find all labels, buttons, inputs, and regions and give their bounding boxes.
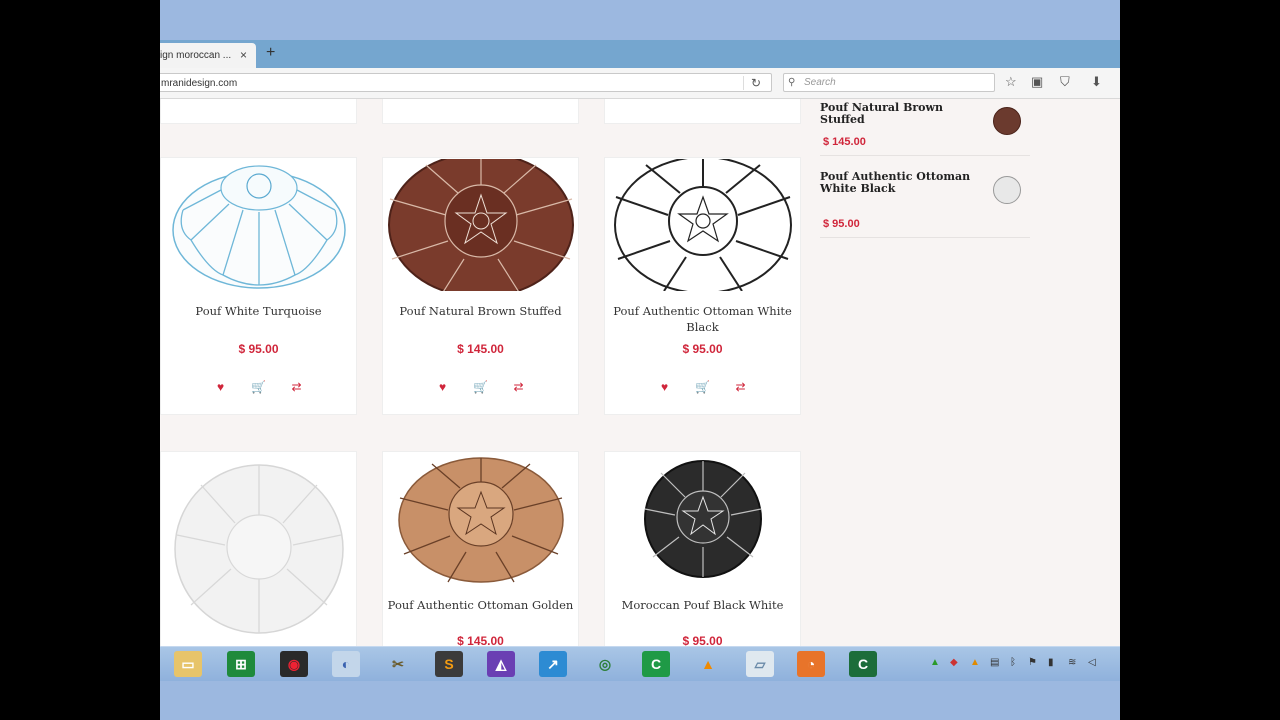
product-image[interactable]: [161, 158, 356, 292]
cart-icon[interactable]: 🛒: [684, 380, 722, 394]
sidebar-product-name[interactable]: Pouf Natural Brown Stuffed: [820, 102, 990, 126]
notepad-icon[interactable]: ▱: [746, 651, 774, 677]
excel-icon[interactable]: ⊞: [227, 651, 255, 677]
product-price: $ 145.00: [457, 342, 504, 356]
sidebar-product-price: $ 145.00: [823, 136, 866, 148]
windows-taskbar: ▭ ⊞ ◉ ◐ ✂ S ◭ ↗ ◎ C ▲ ▱ ◔ C ▲ ◆ ▲ ▤ ᛒ ⚑ …: [160, 646, 1120, 681]
screen: ign moroccan ... × + mranidesign.com ↻ ⚲…: [160, 0, 1120, 720]
chrome-icon[interactable]: ◎: [591, 651, 619, 677]
search-placeholder: Search: [804, 77, 836, 88]
product-image[interactable]: [605, 158, 800, 292]
browser-tab[interactable]: ign moroccan ... ×: [160, 43, 256, 68]
sidebar-product-price: $ 95.00: [823, 218, 860, 230]
product-card-partial: [382, 99, 579, 124]
sidebar-product-name[interactable]: Pouf Authentic Ottoman White Black: [820, 171, 990, 195]
star-icon[interactable]: ☆: [1005, 74, 1017, 90]
product-card[interactable]: [160, 451, 357, 646]
sidebar-product-thumb[interactable]: [993, 107, 1021, 135]
product-card[interactable]: Pouf Authentic Ottoman Golden $ 145.00: [382, 451, 579, 646]
url-separator: [743, 76, 744, 90]
product-actions: ♥ 🛒 ⇄: [161, 378, 356, 396]
product-name[interactable]: Pouf Authentic Ottoman Golden: [387, 597, 574, 613]
sidebar-product-thumb[interactable]: [993, 176, 1021, 204]
heart-icon[interactable]: ♥: [202, 380, 240, 394]
tools-icon[interactable]: ✂: [384, 651, 412, 677]
product-image[interactable]: [161, 452, 356, 642]
product-price: $ 95.00: [682, 342, 723, 356]
close-tab-icon[interactable]: ×: [240, 43, 247, 68]
tray-network-icon[interactable]: ▤: [990, 657, 999, 668]
brown-pouf-image: [387, 159, 574, 291]
tray-battery-icon[interactable]: ▮: [1048, 657, 1054, 668]
pocket-icon[interactable]: ⛉: [1060, 74, 1070, 90]
product-name[interactable]: Moroccan Pouf Black White: [609, 597, 796, 613]
firefox-icon[interactable]: ◔: [797, 651, 825, 677]
camtasia-icon[interactable]: C: [642, 651, 670, 677]
camtasia-recorder-icon[interactable]: C: [849, 651, 877, 677]
tray-wifi-icon[interactable]: ≋: [1068, 657, 1076, 668]
product-price: $ 95.00: [238, 342, 279, 356]
tray-arrow-icon[interactable]: ▲: [930, 657, 940, 668]
clipboard-icon[interactable]: ▣: [1031, 74, 1043, 90]
tray-bluetooth-icon[interactable]: ᛒ: [1010, 657, 1016, 668]
product-card[interactable]: Pouf White Turquoise $ 95.00 ♥ 🛒 ⇄: [160, 157, 357, 415]
product-price: $ 145.00: [457, 634, 504, 646]
sidebar-divider: [820, 237, 1030, 238]
app-blue-ring-icon[interactable]: ◐: [332, 651, 360, 677]
product-image[interactable]: [383, 158, 578, 292]
product-card[interactable]: Pouf Authentic Ottoman White Black $ 95.…: [604, 157, 801, 415]
heart-icon[interactable]: ♥: [646, 380, 684, 394]
product-name[interactable]: Pouf White Turquoise: [165, 303, 352, 319]
black-white-pouf-image: [643, 460, 762, 578]
product-image[interactable]: [383, 452, 578, 586]
sidebar-divider: [820, 155, 1030, 156]
browser-tab-bar: ign moroccan ... × +: [160, 40, 1120, 68]
tray-volume-icon[interactable]: ◁: [1088, 657, 1096, 668]
heart-icon[interactable]: ♥: [424, 380, 462, 394]
compare-icon[interactable]: ⇄: [500, 380, 538, 394]
cart-icon[interactable]: 🛒: [240, 380, 278, 394]
search-icon: ⚲: [788, 77, 796, 88]
tray-vlc-icon[interactable]: ▲: [970, 657, 980, 668]
product-image[interactable]: [605, 452, 800, 586]
remote-desktop-icon[interactable]: ↗: [539, 651, 567, 677]
reload-icon[interactable]: ↻: [751, 74, 761, 93]
vlc-icon[interactable]: ▲: [694, 651, 722, 677]
web-page: Pouf White Turquoise $ 95.00 ♥ 🛒 ⇄ Pouf …: [160, 99, 1120, 646]
product-name[interactable]: Pouf Natural Brown Stuffed: [387, 303, 574, 319]
tray-flag-icon[interactable]: ⚑: [1028, 657, 1037, 668]
tray-shield-icon[interactable]: ◆: [950, 657, 958, 668]
tab-title: ign moroccan ...: [160, 50, 232, 61]
product-price: $ 95.00: [682, 634, 723, 646]
product-card-partial: [160, 99, 357, 124]
product-card[interactable]: Pouf Natural Brown Stuffed $ 145.00 ♥ 🛒 ⇄: [382, 157, 579, 415]
app-red-icon[interactable]: ◉: [280, 651, 308, 677]
product-card-partial: [604, 99, 801, 124]
compare-icon[interactable]: ⇄: [278, 380, 316, 394]
compare-icon[interactable]: ⇄: [722, 380, 760, 394]
cart-icon[interactable]: 🛒: [462, 380, 500, 394]
search-input[interactable]: ⚲ Search: [783, 73, 995, 92]
sublime-text-icon[interactable]: S: [435, 651, 463, 677]
white-pouf-image: [173, 464, 344, 634]
file-explorer-icon[interactable]: ▭: [174, 651, 202, 677]
visual-studio-icon[interactable]: ◭: [487, 651, 515, 677]
browser-nav-bar: mranidesign.com ↻ ⚲ Search ☆ ▣ ⛉ ⬇: [160, 68, 1120, 99]
golden-pouf-image: [397, 457, 564, 583]
url-text: mranidesign.com: [161, 78, 238, 89]
product-card[interactable]: Moroccan Pouf Black White $ 95.00: [604, 451, 801, 646]
download-icon[interactable]: ⬇: [1091, 74, 1102, 90]
url-bar[interactable]: mranidesign.com ↻: [160, 73, 772, 92]
new-tab-button[interactable]: +: [266, 44, 275, 62]
white-black-pouf-image: [613, 159, 792, 291]
product-name[interactable]: Pouf Authentic Ottoman White Black: [609, 303, 796, 335]
white-turquoise-pouf-image: [171, 165, 346, 289]
product-actions: ♥ 🛒 ⇄: [605, 378, 800, 396]
product-actions: ♥ 🛒 ⇄: [383, 378, 578, 396]
